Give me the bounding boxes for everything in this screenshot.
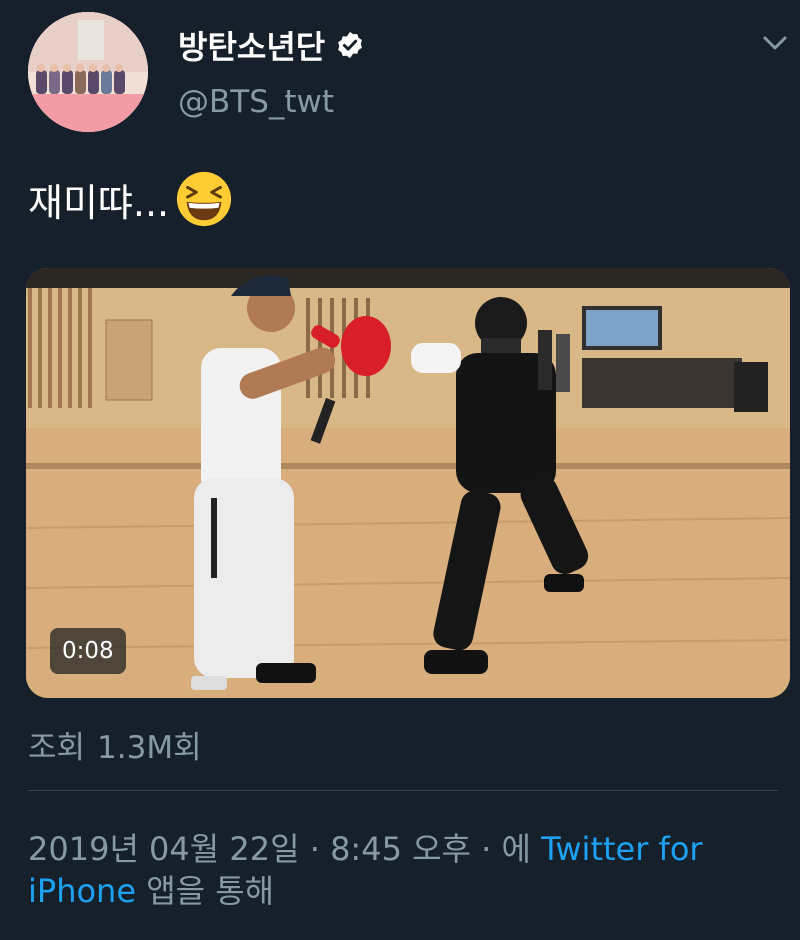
tweet-text: 재미땨...	[28, 180, 170, 225]
separator-dot: ·	[470, 830, 502, 868]
grinning-squinting-face-emoji	[177, 171, 232, 227]
avatar[interactable]	[28, 12, 148, 132]
source-suffix: 앱을 통해	[136, 872, 275, 910]
verified-badge-icon	[338, 31, 363, 59]
display-name-row[interactable]: 방탄소년단	[178, 22, 365, 68]
display-name[interactable]: 방탄소년단	[178, 22, 325, 68]
divider	[28, 790, 778, 791]
separator-dot: ·	[299, 830, 331, 868]
tweet-metadata: 2019년 04월 22일 · 8:45 오후 · 에 Twitter for i…	[28, 828, 768, 912]
video-duration-badge: 0:08	[50, 628, 126, 674]
tweet-time[interactable]: 8:45 오후	[330, 830, 471, 868]
view-count-label: 조회	[28, 730, 86, 766]
view-count-value: 1.3M회	[97, 730, 202, 766]
video-player[interactable]: 0:08	[26, 268, 790, 698]
source-app-link[interactable]: Twitter for	[541, 830, 702, 868]
view-count: 조회 1.3M회	[28, 722, 202, 767]
tweet-text-row: 재미땨...	[28, 170, 233, 228]
avatar-image	[28, 12, 148, 132]
chevron-down-icon[interactable]	[760, 30, 790, 56]
video-thumbnail	[26, 268, 790, 698]
user-handle[interactable]: @BTS_twt	[178, 84, 334, 120]
tweet-date[interactable]: 2019년 04월 22일	[28, 830, 300, 868]
source-app-link-continued[interactable]: iPhone	[28, 872, 136, 910]
source-prefix: 에	[501, 830, 542, 868]
